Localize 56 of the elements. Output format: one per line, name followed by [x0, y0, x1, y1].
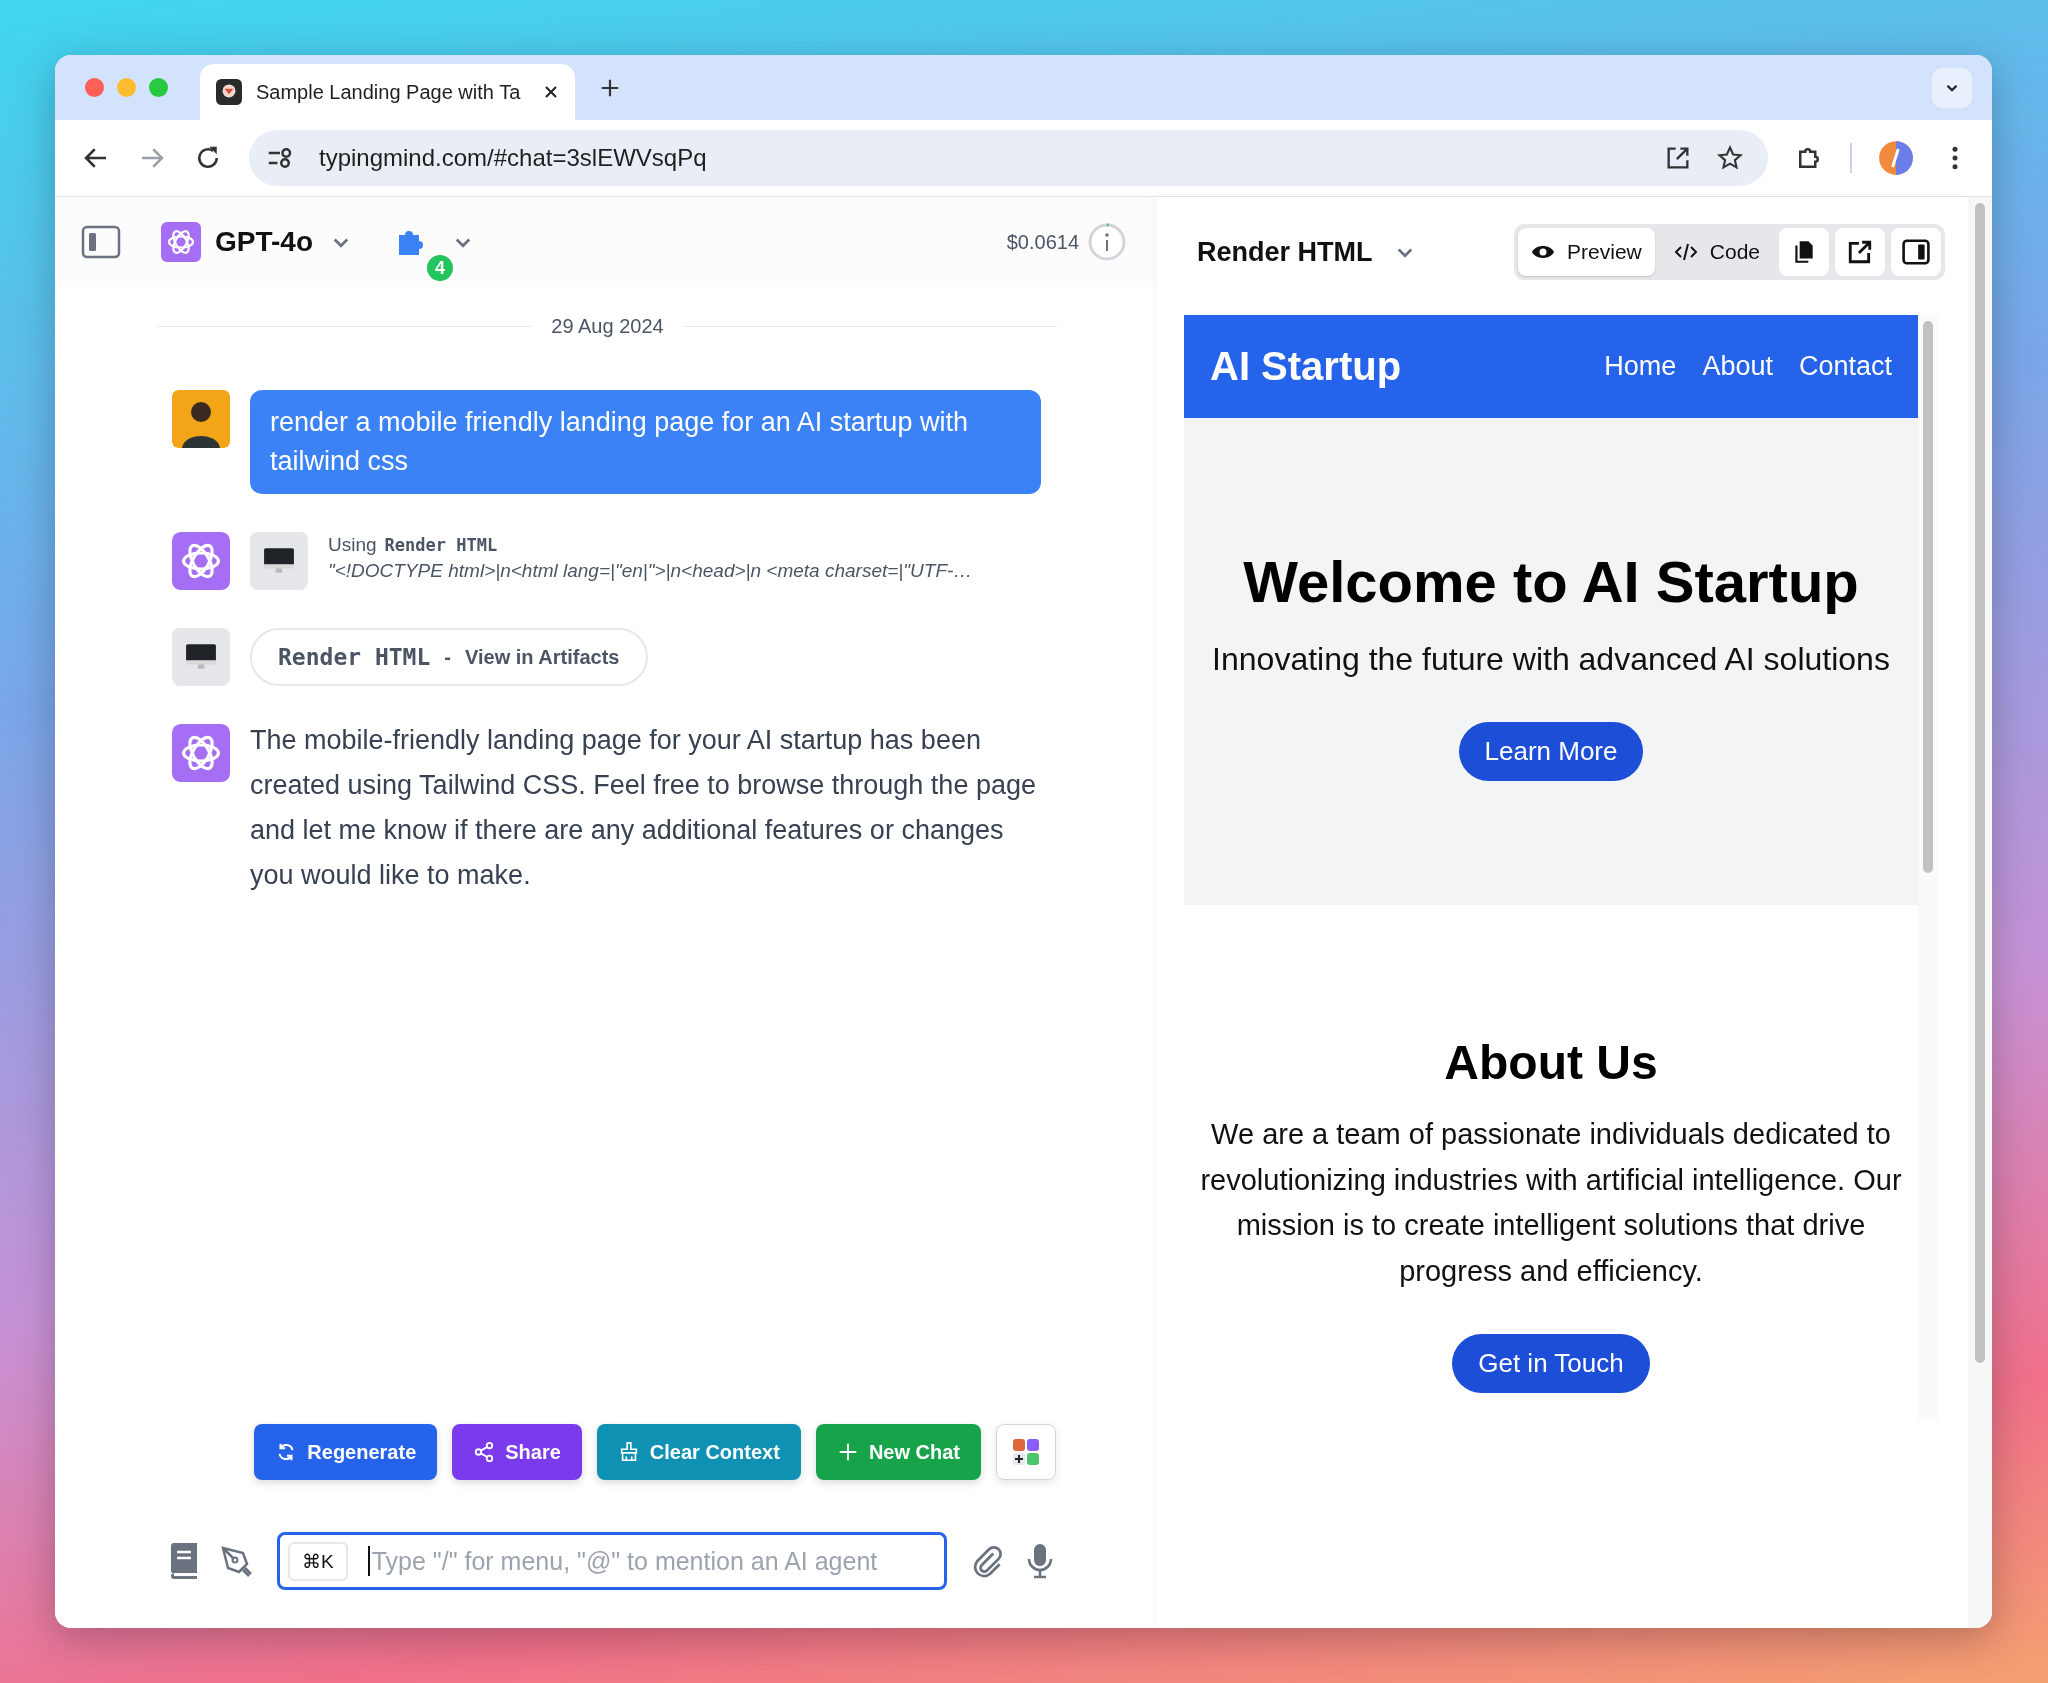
view-tab[interactable]: Code: [1660, 228, 1773, 276]
apps-button[interactable]: [996, 1424, 1056, 1480]
scrollbar-thumb[interactable]: [1975, 203, 1985, 1363]
open-external-button[interactable]: [1835, 228, 1885, 276]
knot-icon: [161, 222, 201, 262]
plugin-count-badge: 4: [425, 253, 455, 283]
panel-toggle-button[interactable]: [1891, 228, 1941, 276]
hero-subtitle: Innovating the future with advanced AI solutions: [1212, 641, 1890, 678]
sidebar-toggle-icon[interactable]: [81, 225, 121, 259]
copy-button[interactable]: [1779, 228, 1829, 276]
address-bar[interactable]: typingmind.com/#chat=3slEWVsqPq: [249, 130, 1768, 186]
pen-icon[interactable]: [219, 1543, 253, 1579]
learn-more-button[interactable]: Learn More: [1458, 722, 1644, 781]
using-label: Using: [328, 534, 377, 556]
assistant-message: The mobile-friendly landing page for your AI startup has been created using Tailwind CSS. Feel free to browse through the page and let me know if there are any additional features or changes you would like to make.: [250, 724, 1037, 892]
close-icon[interactable]: [543, 84, 559, 100]
artifact-title[interactable]: Render HTML: [1197, 236, 1373, 268]
monitor-icon: [185, 643, 217, 671]
about-text: We are a team of passionate individuals dedicated to revolutionizing industries with artificial intelligence. Our mission is to create intelligent solutions that drive progress and efficiency.: [1199, 1117, 1903, 1289]
nav-link[interactable]: Home: [1604, 351, 1677, 382]
tool-input-preview: "<!DOCTYPE html>|n<html lang=|"en|">|n<head>|n <meta charset=|"UTF-…: [328, 560, 973, 582]
view-tab[interactable]: Preview: [1518, 228, 1655, 276]
model-name[interactable]: GPT-4o: [215, 226, 313, 258]
message-input[interactable]: Type "/" for menu, "@" to mention an AI agent: [369, 1545, 936, 1577]
share-icon: [473, 1441, 496, 1463]
tool-name: Render HTML: [384, 535, 498, 555]
date-label: 29 Aug 2024: [551, 315, 664, 338]
knot-icon: [172, 724, 230, 782]
browser-tab[interactable]: Sample Landing Page with Ta: [200, 64, 575, 120]
url-text: typingmind.com/#chat=3slEWVsqPq: [319, 144, 708, 172]
tab-title: Sample Landing Page with Ta: [256, 80, 522, 104]
nav-link[interactable]: Contact: [1798, 351, 1892, 382]
monitor-icon: [263, 547, 295, 575]
action-button[interactable]: Clear Context: [596, 1424, 801, 1480]
scrollbar-thumb[interactable]: [1923, 321, 1933, 873]
cost-label: $0.0614: [1006, 230, 1079, 254]
star-icon[interactable]: [1716, 144, 1744, 172]
action-button[interactable]: Share: [452, 1424, 582, 1480]
site-brand[interactable]: AI Startup: [1210, 344, 1402, 389]
profile-avatar[interactable]: [1878, 140, 1914, 176]
grid-icon: [1011, 1437, 1041, 1467]
shortcut-key: ⌘K: [288, 1541, 348, 1581]
paperclip-icon[interactable]: [971, 1543, 1005, 1579]
contact-button[interactable]: Get in Touch: [1452, 1334, 1650, 1393]
action-button[interactable]: Regenerate: [254, 1424, 438, 1480]
external-link-icon: [1847, 239, 1873, 265]
about-heading: About Us: [1444, 1035, 1658, 1090]
panel-icon: [1902, 239, 1930, 265]
nav-link[interactable]: About: [1702, 351, 1773, 382]
knot-icon: [172, 532, 230, 590]
hero-heading: Welcome to AI Startup: [1243, 548, 1859, 615]
user-avatar: [172, 390, 230, 448]
artifact-link[interactable]: Render HTML - View in Artifacts: [250, 628, 648, 686]
user-message: render a mobile friendly landing page for an AI startup with tailwind css: [250, 390, 1041, 494]
app-icon: [216, 79, 242, 105]
input-box[interactable]: ⌘K Type "/" for menu, "@" to mention an AI agent: [277, 1532, 947, 1590]
